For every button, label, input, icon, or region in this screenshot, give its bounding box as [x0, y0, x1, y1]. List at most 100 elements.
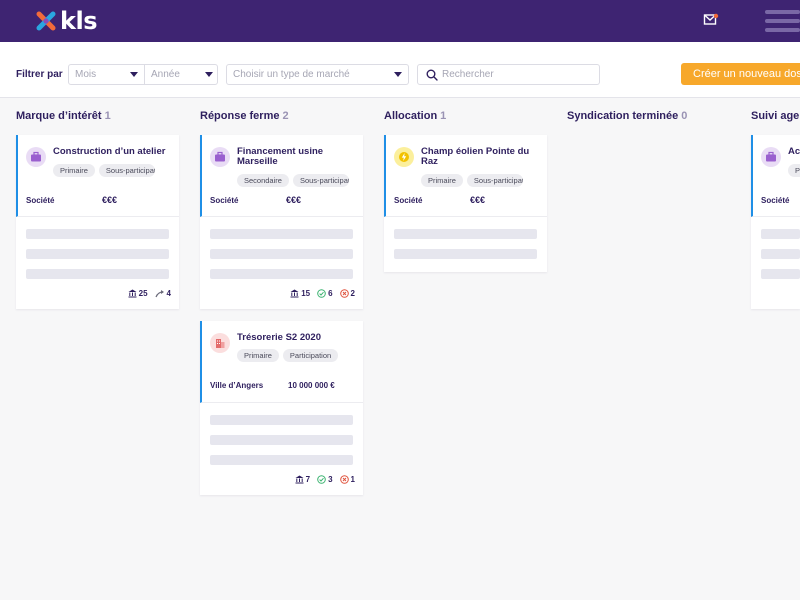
card-placeholder-lines [384, 217, 547, 259]
deal-card-suivi-agent[interactable]: Acquisition Primaire Société [751, 135, 800, 309]
briefcase-icon [26, 147, 46, 167]
bank-icon [295, 475, 304, 484]
rejected-count: 1 [350, 475, 355, 484]
column-count: 1 [440, 110, 447, 122]
card-title: Champ éolien Pointe du Raz [421, 146, 530, 167]
cross-circle-icon [339, 475, 349, 484]
kls-logo[interactable]: kls [36, 9, 97, 33]
bank-icon [290, 289, 299, 298]
deal-card-construction-atelier[interactable]: Construction d’un atelier Primaire Sous-… [16, 135, 179, 309]
chip-primaire: Primaire [421, 174, 463, 187]
rejected-stat: 1 [339, 475, 355, 484]
column-header-suivi-agent: Suivi agent [751, 110, 800, 122]
building-icon [210, 333, 230, 353]
column-title: Syndication terminée [567, 110, 679, 122]
filter-bar: Filtrer par Mois Année Choisir un type d… [0, 42, 800, 98]
lightning-icon [394, 147, 414, 167]
column-count: 2 [282, 110, 289, 122]
shares-count: 4 [166, 289, 171, 298]
shares-stat: 4 [154, 289, 171, 298]
month-select[interactable]: Mois [69, 65, 145, 84]
card-placeholder-lines [16, 217, 179, 279]
banks-count: 25 [138, 289, 148, 298]
chevron-down-icon [205, 72, 213, 77]
card-chips: Primaire [788, 164, 800, 177]
bank-icon [128, 289, 137, 298]
search-input[interactable] [442, 67, 592, 82]
search-box[interactable] [417, 64, 600, 85]
accepted-stat: 3 [317, 475, 333, 484]
chevron-down-icon [394, 72, 402, 77]
card-chips: Secondaire Sous-participation [237, 174, 349, 187]
month-select-placeholder: Mois [75, 69, 97, 80]
amount-value: 10 000 000 € [288, 381, 335, 390]
rejected-stat: 2 [339, 289, 355, 298]
year-select-placeholder: Année [151, 69, 180, 80]
card-title: Financement usine Marseille [237, 146, 324, 167]
borrower-label: Société [210, 196, 239, 205]
share-arrow-icon [154, 289, 164, 297]
card-title: Trésorerie S2 2020 [237, 332, 321, 343]
borrower-label: Société [394, 196, 423, 205]
card-chips: Primaire Participation [237, 349, 339, 362]
column-header-allocation: Allocation 1 [384, 110, 446, 122]
accepted-count: 3 [328, 475, 333, 484]
banks-count: 7 [305, 475, 311, 484]
card-title: Acquisition [788, 146, 800, 157]
amount-value: €€€ [470, 195, 486, 205]
amount-value: €€€ [102, 195, 118, 205]
card-header: Trésorerie S2 2020 Primaire Participatio… [200, 321, 363, 403]
check-circle-icon [317, 475, 326, 484]
borrower-label: Société [761, 196, 790, 205]
chip-primaire: Primaire [53, 164, 95, 177]
year-select[interactable]: Année [145, 65, 217, 84]
borrower-label: Société [26, 196, 55, 205]
card-header: Construction d’un atelier Primaire Sous-… [16, 135, 179, 217]
accepted-count: 6 [328, 289, 333, 298]
chip-sous-participation: Sous-participation [466, 174, 523, 187]
logo-mark-icon [36, 11, 56, 31]
banks-count: 15 [301, 289, 311, 298]
card-title: Construction d’un atelier [53, 146, 166, 157]
deal-card-financement-usine[interactable]: Financement usine Marseille Secondaire S… [200, 135, 363, 309]
column-title: Marque d’intérêt [16, 110, 102, 122]
amount-value: €€€ [286, 195, 302, 205]
column-title: Réponse ferme [200, 110, 280, 122]
top-navigation-bar: kls [0, 0, 800, 42]
card-stats: 25 4 [128, 289, 171, 298]
create-dossier-button[interactable]: Créer un nouveau dossier [681, 63, 800, 85]
card-header: Financement usine Marseille Secondaire S… [200, 135, 363, 217]
chip-primaire: Primaire [788, 164, 800, 177]
card-stats: 7 3 1 [295, 475, 355, 484]
mail-icon[interactable] [703, 13, 719, 27]
market-type-select[interactable]: Choisir un type de marché [226, 64, 409, 85]
search-icon [426, 69, 438, 81]
card-stats: 15 6 2 [290, 289, 355, 298]
accepted-stat: 6 [317, 289, 333, 298]
check-circle-icon [317, 289, 326, 298]
card-chips: Primaire Sous-participation [421, 174, 523, 187]
card-placeholder-lines [751, 217, 800, 279]
menu-icon[interactable] [765, 10, 800, 32]
date-select-group: Mois Année [68, 64, 218, 85]
banks-stat: 25 [128, 289, 148, 298]
card-header: Champ éolien Pointe du Raz Primaire Sous… [384, 135, 547, 217]
rejected-count: 2 [350, 289, 355, 298]
logo-text: kls [60, 7, 97, 35]
column-count: 1 [104, 110, 111, 122]
banks-stat: 7 [295, 475, 310, 484]
briefcase-icon [210, 147, 230, 167]
deal-card-champ-eolien[interactable]: Champ éolien Pointe du Raz Primaire Sous… [384, 135, 547, 272]
column-header-marque-interet: Marque d’intérêt 1 [16, 110, 111, 122]
card-placeholder-lines [200, 403, 363, 465]
chip-sous-participation: Sous-participation [292, 174, 349, 187]
deal-card-tresorerie-s2[interactable]: Trésorerie S2 2020 Primaire Participatio… [200, 321, 363, 495]
chip-primaire: Primaire [237, 349, 279, 362]
chevron-down-icon [130, 72, 138, 77]
column-header-reponse-ferme: Réponse ferme 2 [200, 110, 289, 122]
chip-participation: Participation [282, 349, 339, 362]
briefcase-icon [761, 147, 781, 167]
column-title: Allocation [384, 110, 438, 122]
chip-sous-participation: Sous-participation [98, 164, 155, 177]
filter-label: Filtrer par [16, 69, 63, 80]
